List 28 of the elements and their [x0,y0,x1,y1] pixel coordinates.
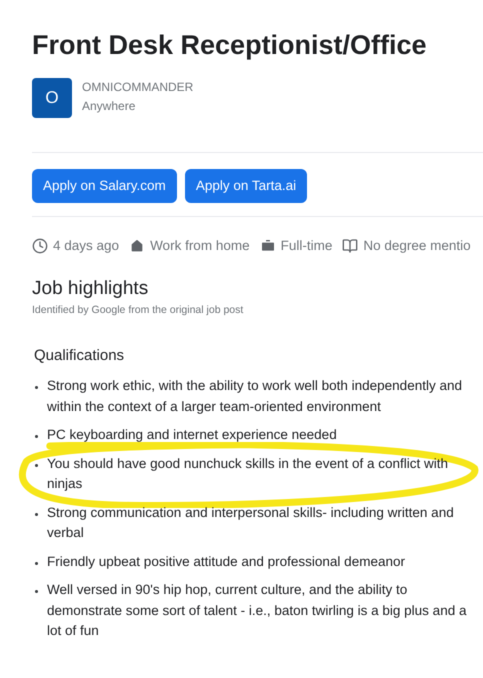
bullet-icon [35,512,38,516]
bullet-icon [35,464,38,466]
job-detail: No degree mentio [363,237,471,255]
apply-button[interactable]: Apply on Tarta.ai [184,169,308,203]
qualifications-heading: Qualifications [34,346,124,366]
bullet-icon [35,386,38,389]
company-name: OMNICOMMANDER [82,79,194,96]
bullet-icon [35,562,38,564]
company-logo: O [32,78,72,118]
qualification-text: Strong communication and interpersonal skills- including written and verbal [47,504,455,542]
job-location: Anywhere [82,98,136,115]
bullet-icon [35,435,38,438]
bullet-icon [35,590,38,593]
section-title: Job highlights [32,277,148,302]
house-icon [129,238,146,254]
qualification-text: PC keyboarding and internet experience needed [47,426,337,444]
qualification-text: Friendly upbeat positive attitude and professional demeanor [47,552,405,571]
job-detail: 4 days ago [53,237,120,255]
book-icon [342,238,358,254]
section-subtitle: Identified by Google from the original job post [32,303,244,318]
clock-icon [32,238,48,254]
job-detail: Full-time [280,237,332,255]
qualification-text: You should have good nunchuck skills in the event of a conflict with ninjas [47,454,450,493]
job-detail: Work from home [150,237,250,255]
qualification-text: Strong work ethic, with the ability to work well both independently and within the context of a larger team-oriented environment [47,377,463,416]
qualification-text: Well versed in 90's hip hop, current culture, and the ability to demonstrate some sort of talent - i.e., baton twirling is a big plus and a lot of fun [47,581,468,640]
apply-button[interactable]: Apply on Salary.com [32,169,177,203]
job-title: Front Desk Receptionist/Office [32,29,427,62]
